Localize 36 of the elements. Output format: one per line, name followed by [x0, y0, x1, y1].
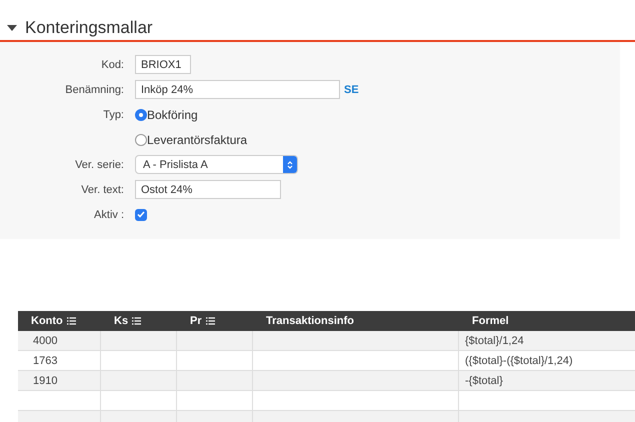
name-field[interactable]: Inköp 24%: [135, 80, 340, 99]
table-cell: 1910: [33, 374, 58, 386]
section-title: Konteringsmallar: [25, 18, 153, 38]
list-icon[interactable]: [132, 317, 142, 325]
column-header[interactable]: Formel: [472, 315, 509, 327]
field-label: Kod:: [100, 58, 124, 70]
column-header[interactable]: Transaktionsinfo: [266, 315, 354, 327]
checkbox[interactable]: [135, 208, 147, 220]
radio-label: Leverantörsfaktura: [147, 132, 248, 146]
table-row[interactable]: 4000 {$total}/1,24: [18, 331, 635, 351]
table-row[interactable]: 1763 ({$total}-({$total}/1,24): [18, 351, 635, 371]
radio-button[interactable]: [135, 134, 147, 146]
list-icon[interactable]: [206, 317, 215, 325]
text-field[interactable]: Ostot 24%: [135, 180, 281, 199]
field-label: Ver. serie:: [74, 158, 124, 170]
series-select[interactable]: A - Prislista A: [135, 155, 298, 174]
field-label: Benämning:: [64, 84, 124, 96]
radio-button[interactable]: [135, 108, 147, 120]
table-cell: ({$total}-({$total}/1,24): [465, 354, 573, 366]
table-cell: {$total}/1,24: [465, 334, 524, 346]
table-cell: -{$total}: [465, 374, 503, 386]
field-label: Typ:: [102, 108, 124, 120]
field-label: Aktiv :: [93, 208, 124, 220]
column-header[interactable]: Ks: [114, 315, 128, 327]
caret-down-icon[interactable]: [7, 25, 17, 31]
list-icon[interactable]: [66, 317, 76, 325]
field-label: Ver. text:: [80, 184, 124, 196]
table-row[interactable]: 1910 -{$total}: [18, 371, 635, 391]
column-header[interactable]: Pr: [190, 315, 202, 327]
code-field[interactable]: BRIOX1: [135, 55, 191, 74]
table-cell: 1763: [33, 354, 58, 366]
table-cell: 4000: [33, 334, 58, 346]
radio-label: Bokföring: [147, 108, 198, 122]
column-header[interactable]: Konto: [31, 315, 63, 327]
updown-icon: [287, 160, 293, 170]
language-link[interactable]: SE: [344, 84, 359, 96]
